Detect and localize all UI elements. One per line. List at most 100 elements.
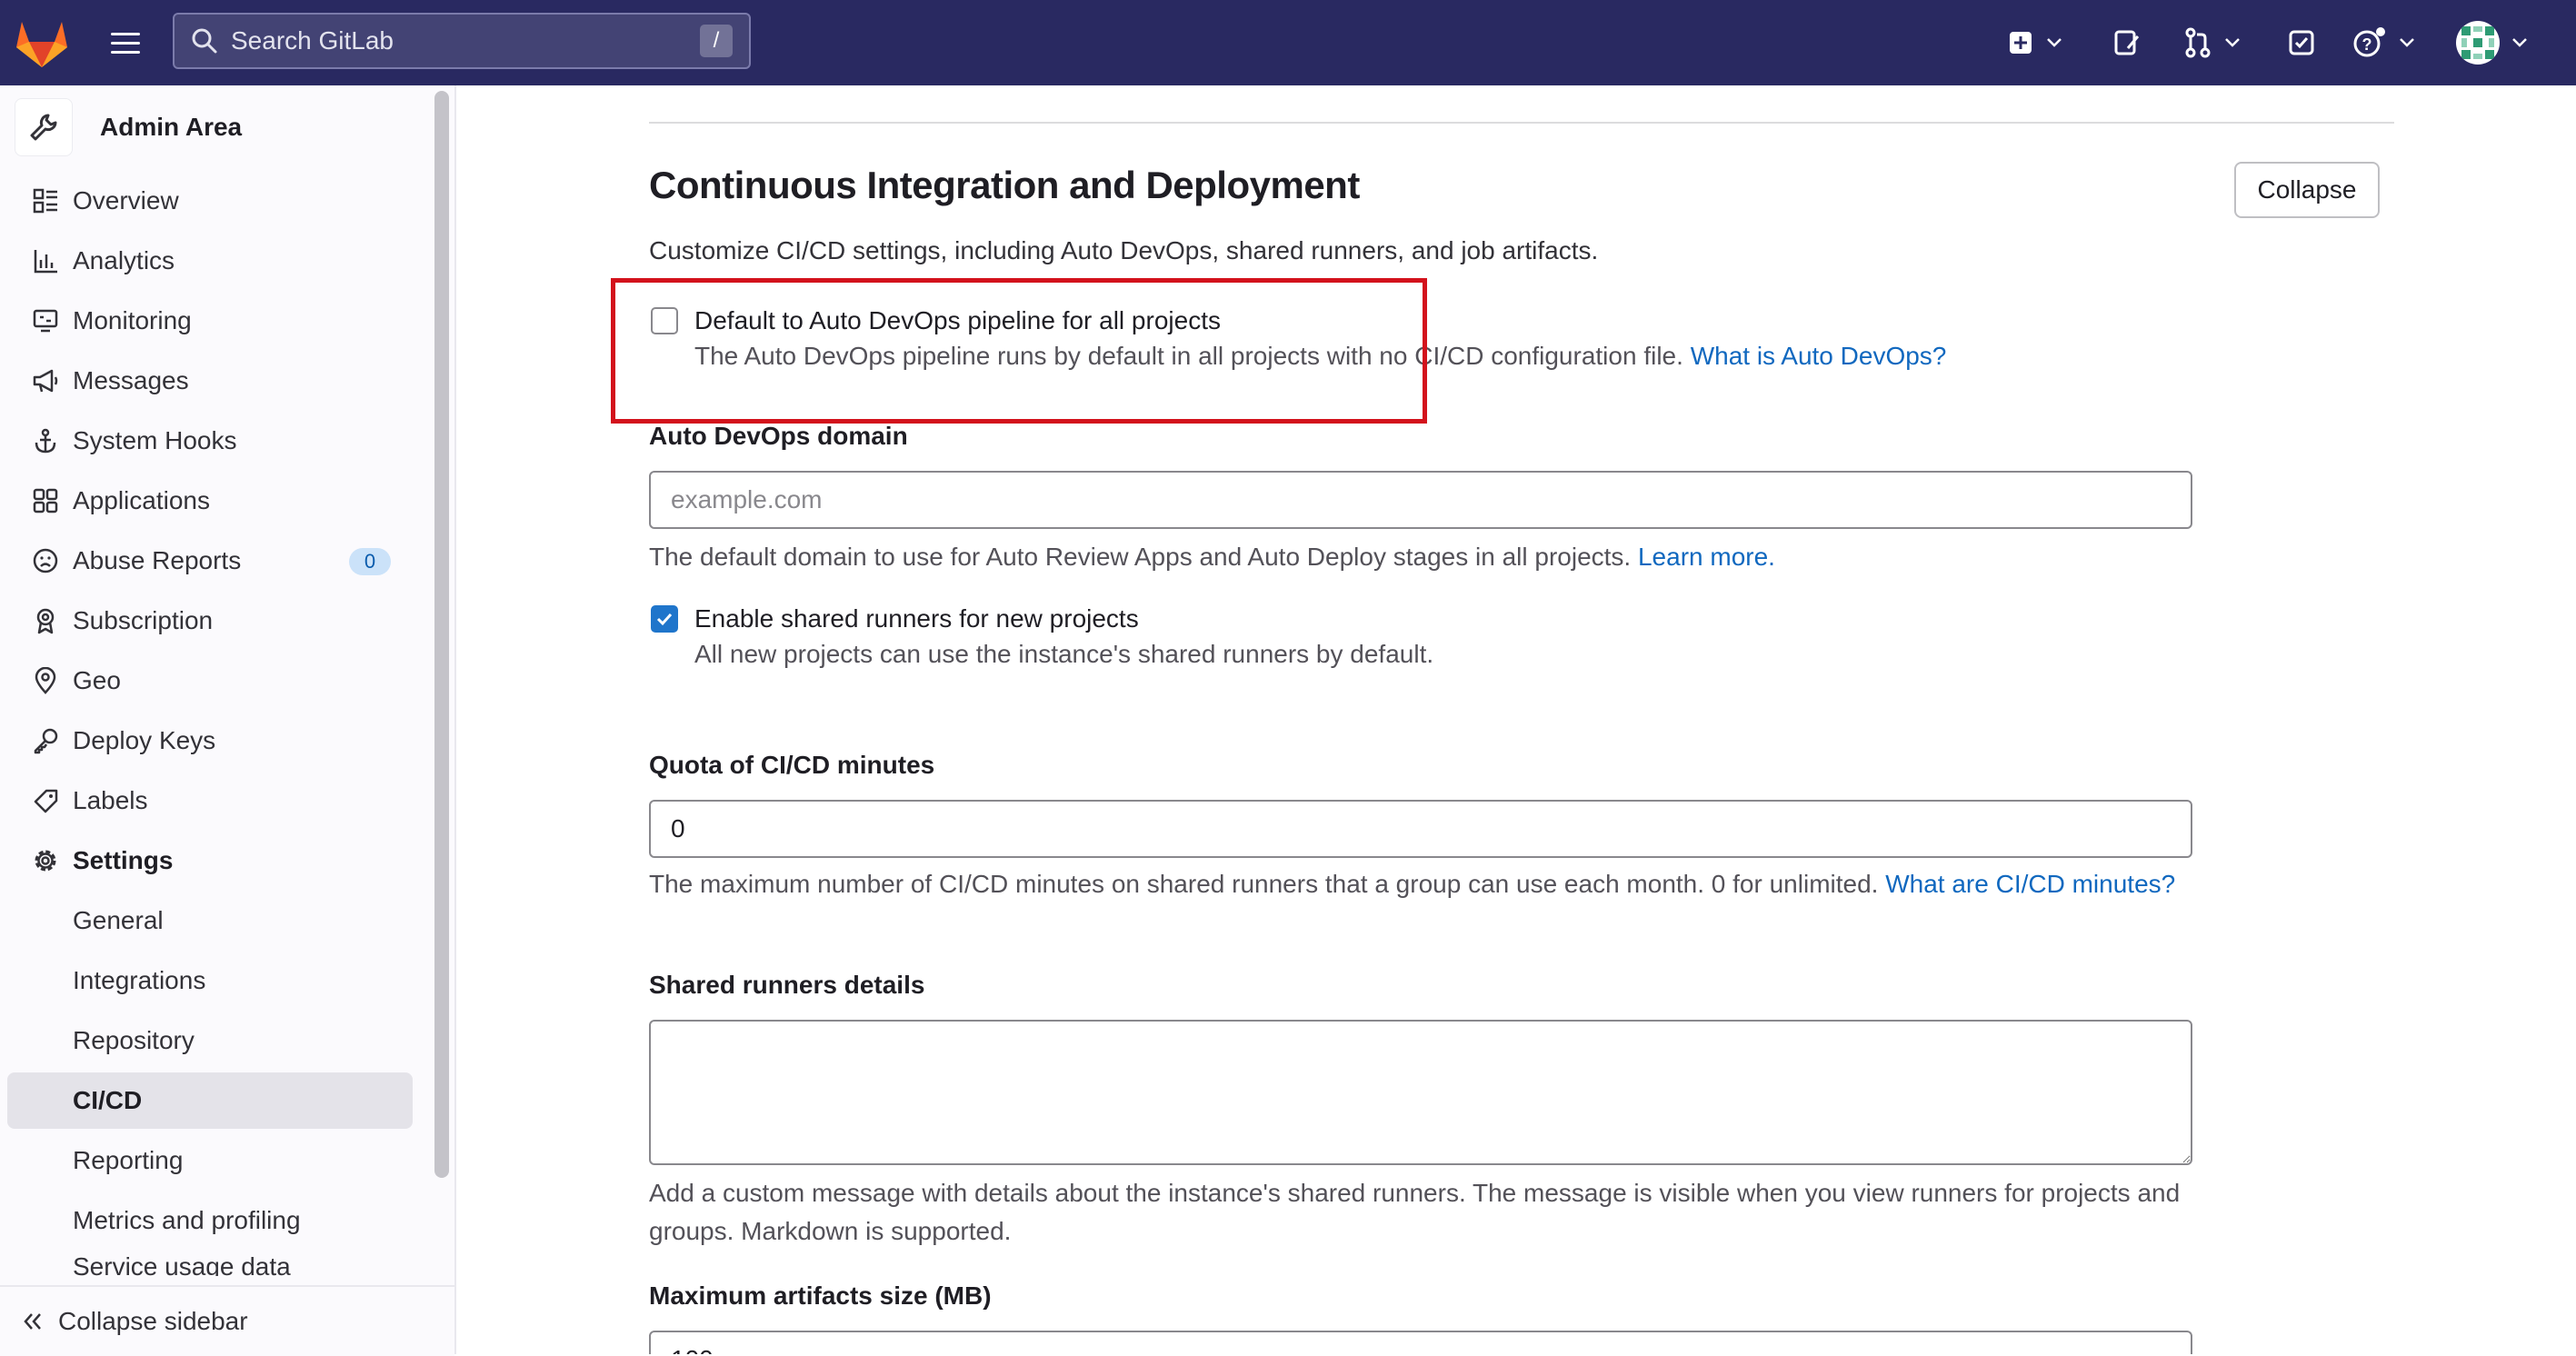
sidebar-item-label: Labels: [73, 786, 148, 814]
chevron-down-icon: [2400, 38, 2414, 47]
sidebar-subitem-label: Service usage data: [73, 1254, 291, 1276]
todos-button[interactable]: [2287, 24, 2316, 62]
sidebar-item-deploy-keys[interactable]: Deploy Keys: [7, 713, 413, 769]
sidebar-header[interactable]: Admin Area: [15, 98, 242, 156]
search-placeholder: Search GitLab: [231, 26, 394, 55]
analytics-icon: [27, 247, 64, 274]
auto-devops-checkbox[interactable]: [651, 307, 678, 334]
learn-more-link[interactable]: Learn more.: [1638, 543, 1775, 571]
quota-input[interactable]: [649, 800, 2192, 858]
sidebar-item-overview[interactable]: Overview: [7, 173, 413, 229]
sidebar-item-analytics[interactable]: Analytics: [7, 233, 413, 289]
user-menu-dropdown[interactable]: [2456, 20, 2529, 65]
shared-runners-setting: Enable shared runners for new projects A…: [651, 602, 1433, 673]
shared-runners-label[interactable]: Enable shared runners for new projects: [694, 602, 1433, 636]
admin-sidebar: Admin Area Overview Analytics Monitoring…: [0, 85, 456, 1356]
anchor-icon: [27, 427, 64, 454]
sidebar-subitem-label: General: [73, 906, 164, 934]
auto-devops-help-text: The Auto DevOps pipeline runs by default…: [694, 342, 1683, 370]
auto-devops-domain-label: Auto DevOps domain: [649, 422, 908, 450]
shared-runners-help-text: All new projects can use the instance's …: [694, 640, 1434, 668]
sidebar-subitem-reporting[interactable]: Reporting: [7, 1132, 413, 1189]
sidebar-subitem-label: Reporting: [73, 1146, 184, 1174]
what-are-ci-cd-minutes-link[interactable]: What are CI/CD minutes?: [1885, 870, 2175, 898]
svg-text:?: ?: [2362, 35, 2372, 54]
create-new-icon: [2010, 32, 2032, 54]
subscription-icon: [27, 607, 64, 634]
search-icon: [192, 28, 217, 54]
sidebar-subitem-label: Integrations: [73, 966, 206, 994]
sidebar-item-monitoring[interactable]: Monitoring: [7, 293, 413, 349]
sidebar-item-label: Settings: [73, 846, 174, 874]
shared-runners-details-label: Shared runners details: [649, 971, 925, 999]
section-description: Customize CI/CD settings, including Auto…: [649, 236, 1599, 264]
settings-gear-icon: [27, 846, 64, 875]
sidebar-title: Admin Area: [100, 113, 243, 141]
sidebar-item-abuse-reports[interactable]: Abuse Reports 0: [7, 533, 413, 589]
auto-devops-domain-input[interactable]: [649, 471, 2192, 529]
sidebar-subitem-label: Repository: [73, 1026, 195, 1054]
collapse-sidebar-label: Collapse sidebar: [58, 1307, 248, 1335]
sidebar-item-applications[interactable]: Applications: [7, 473, 413, 529]
auto-devops-setting: Default to Auto DevOps pipeline for all …: [651, 304, 1946, 374]
admin-wrench-icon: [15, 98, 73, 156]
chevron-down-icon: [2047, 38, 2062, 47]
chevron-down-icon: [2225, 38, 2240, 47]
merge-requests-icon: [2185, 27, 2211, 58]
sidebar-item-label: Deploy Keys: [73, 726, 216, 754]
shared-runners-details-textarea[interactable]: [649, 1020, 2192, 1165]
sidebar-subitem-label: Metrics and profiling: [73, 1206, 301, 1234]
help-icon: ?: [2353, 27, 2385, 57]
location-icon: [27, 667, 64, 694]
gitlab-logo[interactable]: [15, 16, 69, 69]
megaphone-icon: [27, 367, 64, 394]
issues-button[interactable]: [2112, 24, 2142, 62]
sidebar-item-messages[interactable]: Messages: [7, 353, 413, 409]
collapse-section-button[interactable]: Collapse: [2234, 162, 2380, 218]
quota-label: Quota of CI/CD minutes: [649, 751, 935, 779]
main-content: Continuous Integration and Deployment Co…: [456, 85, 2576, 1354]
monitor-icon: [27, 307, 64, 334]
todos-icon: [2289, 30, 2314, 55]
help-dropdown[interactable]: ?: [2352, 24, 2416, 62]
section-title: Continuous Integration and Deployment: [649, 164, 1360, 206]
sidebar-subitem-service-usage-data[interactable]: Service usage data: [0, 1254, 436, 1276]
sidebar-item-subscription[interactable]: Subscription: [7, 593, 413, 649]
search-shortcut-key: /: [700, 25, 733, 57]
sidebar-item-label: Abuse Reports: [73, 546, 242, 574]
top-navigation-bar: Search GitLab / ?: [0, 0, 2576, 85]
sidebar-item-label: Monitoring: [73, 306, 192, 334]
hamburger-menu-icon[interactable]: [107, 25, 144, 60]
auto-devops-domain-help: The default domain to use for Auto Revie…: [649, 538, 2212, 576]
sidebar-item-label: Analytics: [73, 246, 175, 274]
max-artifacts-size-input[interactable]: [649, 1331, 2192, 1354]
shared-runners-checkbox[interactable]: [651, 605, 678, 633]
sidebar-scrollbar[interactable]: [434, 91, 449, 1178]
applications-icon: [27, 487, 64, 514]
sidebar-subitem-general[interactable]: General: [7, 892, 413, 949]
create-new-dropdown[interactable]: [2007, 24, 2063, 62]
sidebar-item-labels[interactable]: Labels: [7, 773, 413, 829]
collapse-sidebar-button[interactable]: Collapse sidebar: [0, 1285, 454, 1356]
label-icon: [27, 787, 64, 814]
auto-devops-label[interactable]: Default to Auto DevOps pipeline for all …: [694, 304, 1946, 338]
search-bar[interactable]: Search GitLab /: [173, 13, 751, 69]
sidebar-item-label: Subscription: [73, 606, 214, 634]
issues-icon: [2114, 30, 2140, 55]
abuse-reports-count-badge: 0: [349, 548, 391, 575]
chevron-down-icon: [2512, 38, 2527, 47]
what-is-auto-devops-link[interactable]: What is Auto DevOps?: [1691, 342, 1947, 370]
key-icon: [27, 727, 64, 754]
user-avatar: [2456, 21, 2500, 65]
sidebar-item-geo[interactable]: Geo: [7, 653, 413, 709]
sidebar-item-settings[interactable]: Settings: [7, 833, 413, 889]
sidebar-item-system-hooks[interactable]: System Hooks: [7, 413, 413, 469]
sidebar-subitem-repository[interactable]: Repository: [7, 1012, 413, 1069]
sidebar-subitem-ci-cd[interactable]: CI/CD: [7, 1072, 413, 1129]
merge-requests-dropdown[interactable]: [2183, 24, 2242, 62]
sidebar-subitem-integrations[interactable]: Integrations: [7, 952, 413, 1009]
sidebar-subitem-metrics-and-profiling[interactable]: Metrics and profiling: [7, 1192, 413, 1249]
max-artifacts-size-label: Maximum artifacts size (MB): [649, 1281, 992, 1310]
sidebar-item-label: Applications: [73, 486, 210, 514]
quota-help: The maximum number of CI/CD minutes on s…: [649, 865, 2212, 903]
